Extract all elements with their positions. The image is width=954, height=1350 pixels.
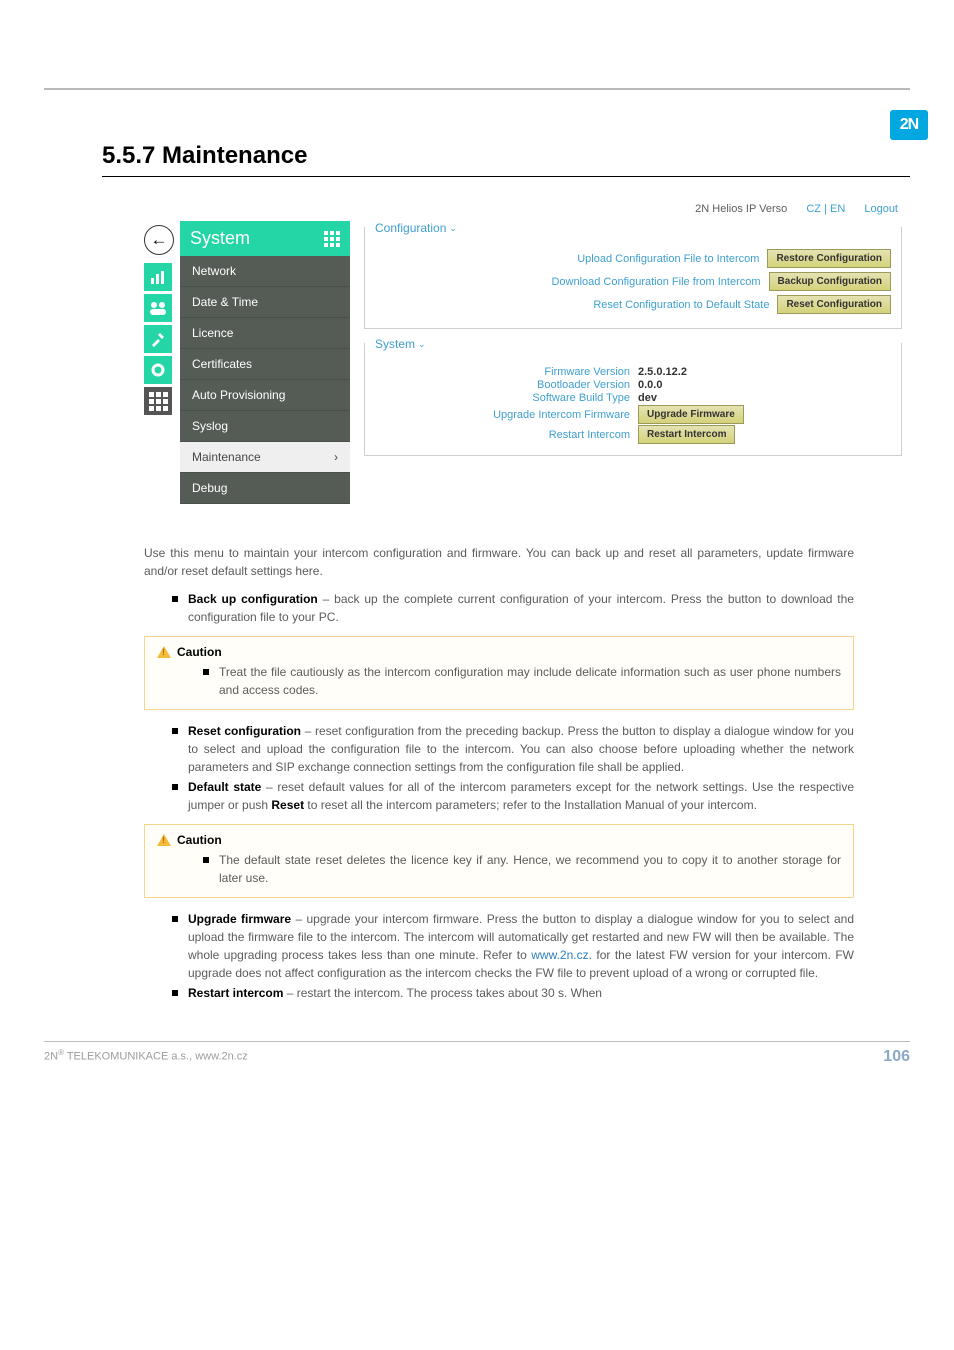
logout-link[interactable]: Logout: [864, 203, 898, 215]
system-panel: System⌄ Firmware Version 2.5.0.12.2 Boot…: [364, 343, 902, 456]
sidebar-item-label: Maintenance: [192, 450, 261, 464]
header-separator: [44, 88, 910, 90]
bullet-upgrade: Upgrade firmware – upgrade your intercom…: [172, 910, 854, 982]
main-pane: Configuration⌄ Upload Configuration File…: [350, 221, 910, 470]
caution-title: Caution: [157, 645, 841, 659]
upgrade-label: Upgrade Intercom Firmware: [375, 409, 630, 421]
bullet-backup: Back up configuration – back up the comp…: [172, 590, 854, 626]
restore-label: Upload Configuration File to Intercom: [577, 253, 759, 265]
caution-box-2: Caution The default state reset deletes …: [144, 824, 854, 898]
system-legend[interactable]: System⌄: [375, 337, 432, 351]
build-type-label: Software Build Type: [375, 392, 630, 404]
sidebar-title: System: [190, 228, 250, 249]
reset-label: Reset Configuration to Default State: [593, 299, 769, 311]
caution-title-2: Caution: [157, 833, 841, 847]
firmware-version-label: Firmware Version: [375, 366, 630, 378]
restart-intercom-button[interactable]: Restart Intercom: [638, 425, 735, 444]
row-restore: Upload Configuration File to Intercom Re…: [375, 249, 891, 268]
caution-text-2: The default state reset deletes the lice…: [203, 851, 841, 887]
sidebar-list: Network Date & Time Licence Certificates…: [180, 256, 350, 504]
title-separator: [102, 176, 910, 177]
bullet-list-3: Upgrade firmware – upgrade your intercom…: [172, 910, 854, 1002]
bullet-default-term: Default state: [188, 780, 261, 794]
caution-label: Caution: [177, 645, 222, 659]
sidebar-item-syslog[interactable]: Syslog: [180, 411, 350, 442]
reset-keyword: Reset: [271, 798, 304, 812]
bullet-restart-rest: – restart the intercom. The process take…: [283, 986, 602, 1000]
build-type-value: dev: [638, 392, 657, 404]
caution-box-1: Caution Treat the file cautiously as the…: [144, 636, 854, 710]
row-build-type: Software Build Type dev: [375, 392, 891, 404]
product-name: 2N Helios IP Verso: [695, 203, 787, 215]
sidebar-item-network[interactable]: Network: [180, 256, 350, 287]
warning-icon: [157, 646, 171, 658]
sidebar-item-datetime[interactable]: Date & Time: [180, 287, 350, 318]
chevron-right-icon: ›: [334, 450, 338, 464]
back-button[interactable]: ←: [144, 225, 174, 255]
users-icon[interactable]: [144, 294, 172, 322]
chart-icon[interactable]: [144, 263, 172, 291]
caution-text-1: Treat the file cautiously as the interco…: [203, 663, 841, 699]
sidebar-item-autoprov[interactable]: Auto Provisioning: [180, 380, 350, 411]
firmware-version-value: 2.5.0.12.2: [638, 366, 687, 378]
row-reset: Reset Configuration to Default State Res…: [375, 295, 891, 314]
configuration-legend[interactable]: Configuration⌄: [375, 221, 463, 235]
bullet-default: Default state – reset default values for…: [172, 778, 854, 814]
bootloader-version-value: 0.0.0: [638, 379, 662, 391]
lang-switch[interactable]: CZ | EN: [806, 203, 845, 215]
intro-paragraph: Use this menu to maintain your intercom …: [144, 544, 854, 580]
sidebar-item-maintenance[interactable]: Maintenance ›: [180, 442, 350, 473]
restore-configuration-button[interactable]: Restore Configuration: [767, 249, 891, 268]
bullet-reset-term: Reset configuration: [188, 724, 301, 738]
warning-icon: [157, 834, 171, 846]
page-title: 5.5.7 Maintenance: [102, 142, 954, 170]
bullet-default-rest-b: to reset all the intercom parameters; re…: [304, 798, 757, 812]
reset-configuration-button[interactable]: Reset Configuration: [777, 295, 891, 314]
sidebar-item-certificates[interactable]: Certificates: [180, 349, 350, 380]
page-footer: 2N® TELEKOMUNIKACE a.s., www.2n.cz 106: [44, 1041, 910, 1066]
sidebar-item-debug[interactable]: Debug: [180, 473, 350, 504]
bullet-restart: Restart intercom – restart the intercom.…: [172, 984, 854, 1002]
brand-logo-text: 2N: [900, 116, 918, 134]
caution-label-2: Caution: [177, 833, 222, 847]
back-arrow-icon: ←: [151, 230, 168, 250]
gear-icon[interactable]: [144, 356, 172, 384]
bootloader-version-label: Bootloader Version: [375, 379, 630, 391]
row-firmware-version: Firmware Version 2.5.0.12.2: [375, 366, 891, 378]
row-upgrade-firmware: Upgrade Intercom Firmware Upgrade Firmwa…: [375, 405, 891, 424]
backup-label: Download Configuration File from Interco…: [551, 276, 760, 288]
backup-configuration-button[interactable]: Backup Configuration: [769, 272, 891, 291]
sidebar-item-licence[interactable]: Licence: [180, 318, 350, 349]
restart-label: Restart Intercom: [375, 429, 630, 441]
brand-logo: 2N: [890, 110, 928, 140]
bullet-list-1: Back up configuration – back up the comp…: [172, 590, 854, 626]
intro-text: Use this menu to maintain your intercom …: [144, 544, 854, 580]
sidebar-grid-icon: [324, 231, 340, 247]
bullet-restart-term: Restart intercom: [188, 986, 283, 1000]
chevron-down-icon: ⌄: [449, 223, 457, 234]
embedded-app: 2N Helios IP Verso CZ | EN Logout ←: [144, 199, 910, 524]
bullet-backup-term: Back up configuration: [188, 592, 318, 606]
upgrade-firmware-button[interactable]: Upgrade Firmware: [638, 405, 744, 424]
bullet-reset: Reset configuration – reset configuratio…: [172, 722, 854, 776]
page-number: 106: [883, 1048, 910, 1066]
bullet-list-2: Reset configuration – reset configuratio…: [172, 722, 854, 814]
chevron-down-icon: ⌄: [418, 339, 426, 350]
sidebar-header[interactable]: System: [180, 221, 350, 256]
app-top-bar: 2N Helios IP Verso CZ | EN Logout: [144, 203, 910, 215]
row-backup: Download Configuration File from Interco…: [375, 272, 891, 291]
sidebar: System Network Date & Time Licence Certi…: [180, 221, 350, 504]
grid-icon[interactable]: [144, 387, 172, 415]
icon-column: ←: [144, 221, 174, 418]
tools-icon[interactable]: [144, 325, 172, 353]
row-restart-intercom: Restart Intercom Restart Intercom: [375, 425, 891, 444]
link-2n-cz[interactable]: www.2n.cz: [531, 948, 588, 962]
bullet-upgrade-term: Upgrade firmware: [188, 912, 291, 926]
configuration-panel: Configuration⌄ Upload Configuration File…: [364, 227, 902, 329]
footer-left: 2N® TELEKOMUNIKACE a.s., www.2n.cz: [44, 1048, 248, 1066]
row-bootloader-version: Bootloader Version 0.0.0: [375, 379, 891, 391]
